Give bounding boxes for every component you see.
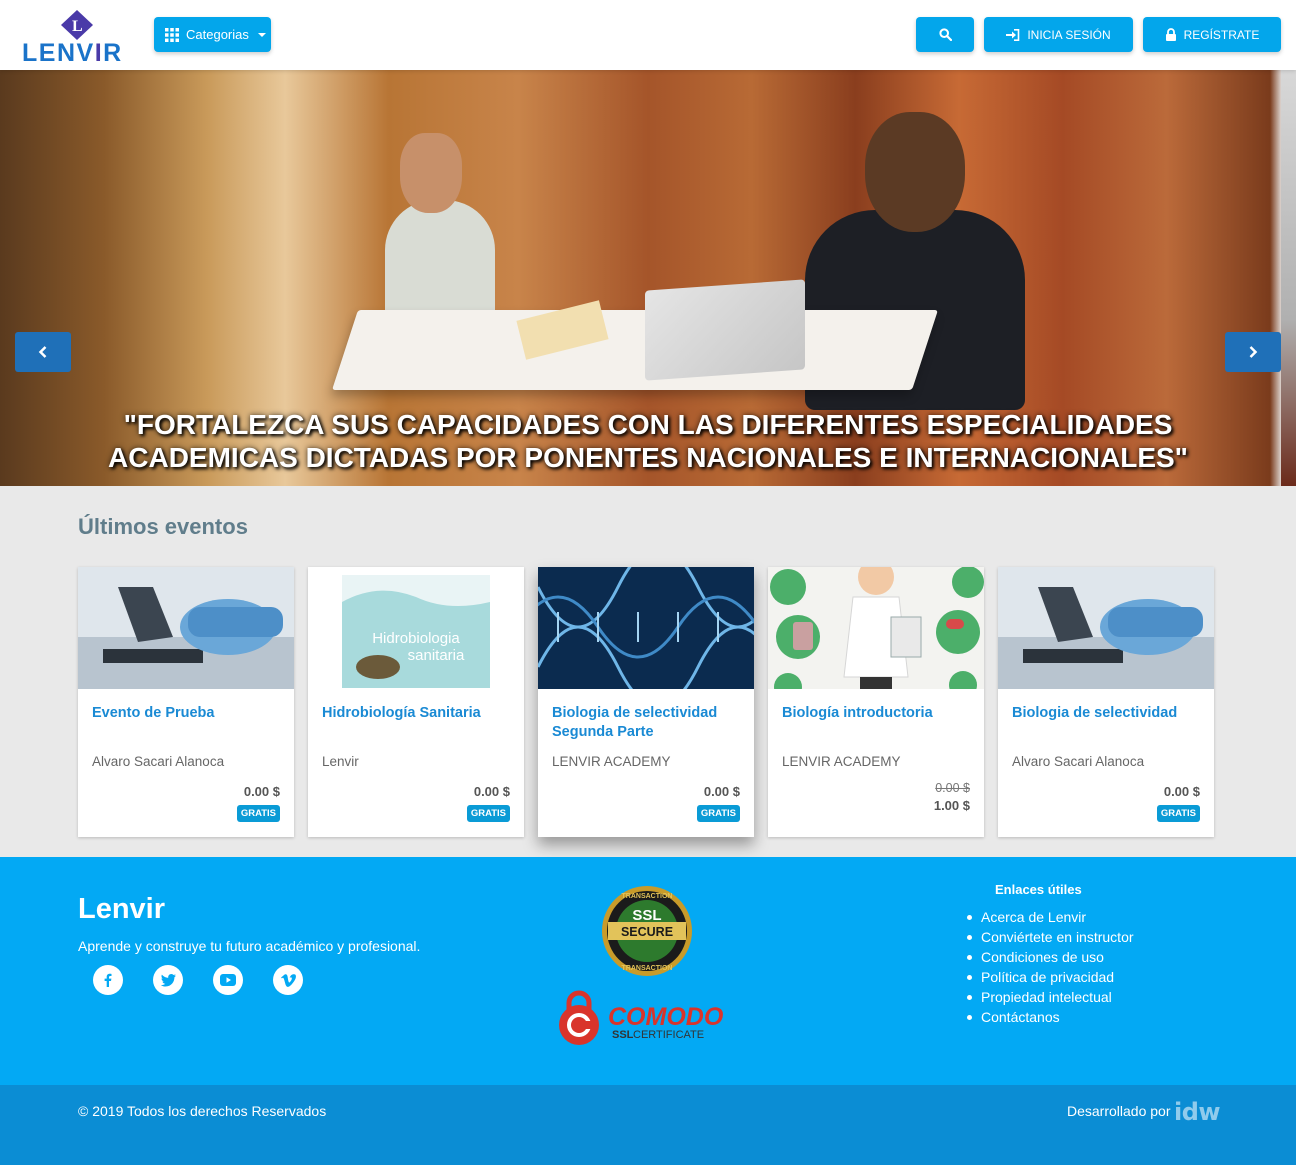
event-old-price: 0.00 $ [935, 781, 970, 795]
event-image-microscope[interactable] [998, 567, 1214, 689]
link-terms[interactable]: Condiciones de uso [967, 947, 1134, 967]
youtube-link[interactable] [213, 965, 243, 995]
svg-text:TRANSACTION: TRANSACTION [622, 893, 673, 900]
event-price: 1.00 $ [933, 798, 970, 813]
event-card[interactable]: Evento de Prueba Alvaro Sacari Alanoca 0… [78, 567, 294, 837]
footer-brand: Lenvir [78, 893, 166, 925]
link-contact[interactable]: Contáctanos [967, 1007, 1134, 1027]
svg-text:SECURE: SECURE [621, 925, 673, 939]
event-author: Alvaro Sacari Alanoca [92, 754, 225, 769]
twitter-icon [160, 973, 176, 986]
hero-carousel: "FORTALEZCA SUS CAPACIDADES CON LAS DIFE… [0, 70, 1296, 486]
event-title[interactable]: Biología introductoria [782, 704, 972, 723]
event-image-doctor[interactable] [768, 567, 984, 689]
event-title[interactable]: Evento de Prueba [92, 704, 282, 723]
sign-in-icon [1006, 28, 1020, 41]
event-author: LENVIR ACADEMY [782, 754, 901, 769]
facebook-icon [104, 973, 112, 987]
top-navbar: L LENVIR Categorias Inicia sesión [0, 0, 1296, 70]
register-label: Regístrate [1183, 27, 1260, 42]
svg-text:L: L [72, 18, 83, 35]
free-badge: GRATIS [236, 805, 280, 822]
event-image-microscope[interactable] [78, 567, 294, 689]
events-section-title: Últimos eventos [78, 514, 248, 539]
event-author: Lenvir [322, 754, 359, 769]
svg-text:SSL: SSL [612, 1029, 634, 1041]
event-image-hidrobiologia[interactable]: Hidrobiologia sanitaria [308, 567, 524, 689]
search-icon [938, 28, 952, 41]
chevron-down-icon [257, 32, 266, 37]
twitter-link[interactable] [153, 965, 183, 995]
event-author: Alvaro Sacari Alanoca [1012, 754, 1145, 769]
lock-icon [1165, 28, 1176, 41]
categories-dropdown-button[interactable]: Categorias [154, 17, 271, 52]
event-card[interactable]: Biología introductoria LENVIR ACADEMY 0.… [768, 567, 984, 837]
svg-text:sanitaria: sanitaria [408, 647, 465, 664]
event-card[interactable]: Biologia de selectividad Alvaro Sacari A… [998, 567, 1214, 837]
login-label: Inicia sesión [1027, 27, 1111, 42]
event-price: 0.00 $ [1163, 784, 1200, 799]
vimeo-icon [280, 973, 296, 987]
svg-text:Hidrobiologia: Hidrobiologia [372, 630, 460, 647]
svg-text:COMODO: COMODO [608, 1003, 724, 1031]
link-privacy[interactable]: Política de privacidad [967, 967, 1134, 987]
categories-label: Categorias [186, 27, 249, 42]
event-title[interactable]: Biologia de selectividad Segunda Parte [552, 704, 742, 742]
link-become-instructor[interactable]: Conviértete en instructor [967, 927, 1134, 947]
svg-text:TRANSACTION: TRANSACTION [622, 965, 673, 972]
link-about[interactable]: Acerca de Lenvir [967, 907, 1134, 927]
svg-text:SSL: SSL [632, 907, 661, 924]
event-image-dna[interactable] [538, 567, 754, 689]
logo-mark-icon: L [61, 10, 93, 40]
free-badge: GRATIS [696, 805, 740, 822]
event-card[interactable]: Hidrobiologia sanitaria Hidrobiología Sa… [308, 567, 524, 837]
developer-logo[interactable]: idw [1174, 1098, 1221, 1126]
lenvir-logo[interactable]: L LENVIR [20, 8, 134, 67]
comodo-ssl-logo: COMODO SSL CERTIFICATE [559, 990, 724, 1045]
footer-tagline: Aprende y construye tu futuro académico … [78, 938, 421, 954]
logo-text: LENVIR [22, 39, 123, 67]
event-card[interactable]: Biologia de selectividad Segunda Parte L… [538, 567, 754, 837]
chevron-right-icon [1249, 346, 1258, 358]
useful-links-title: Enlaces útiles [995, 882, 1082, 897]
event-title[interactable]: Biologia de selectividad [1012, 704, 1202, 723]
youtube-icon [220, 974, 236, 986]
chevron-left-icon [38, 346, 47, 358]
login-button[interactable]: Inicia sesión [984, 17, 1133, 52]
search-button[interactable] [916, 17, 974, 52]
ssl-secure-badge: TRANSACTION SSL SECURE TRANSACTION [602, 886, 692, 976]
event-price: 0.00 $ [703, 784, 740, 799]
event-price: 0.00 $ [473, 784, 510, 799]
useful-links-list: Acerca de Lenvir Conviértete en instruct… [967, 907, 1134, 1027]
copyright-text: © 2019 Todos los derechos Reservados [78, 1103, 327, 1119]
event-author: LENVIR ACADEMY [552, 754, 671, 769]
bottom-bar: © 2019 Todos los derechos Reservados Des… [0, 1085, 1296, 1165]
event-price: 0.00 $ [243, 784, 280, 799]
free-badge: GRATIS [466, 805, 510, 822]
hero-caption: "FORTALEZCA SUS CAPACIDADES CON LAS DIFE… [108, 409, 1188, 473]
link-intellectual-property[interactable]: Propiedad intelectual [967, 987, 1134, 1007]
free-badge: GRATIS [1156, 805, 1200, 822]
facebook-link[interactable] [93, 965, 123, 995]
event-title[interactable]: Hidrobiología Sanitaria [322, 704, 512, 723]
footer: Lenvir Aprende y construye tu futuro aca… [0, 857, 1296, 1085]
grid-icon [165, 27, 179, 42]
register-button[interactable]: Regístrate [1143, 17, 1281, 52]
vimeo-link[interactable] [273, 965, 303, 995]
carousel-prev-button[interactable] [15, 332, 71, 372]
events-list: Evento de Prueba Alvaro Sacari Alanoca 0… [78, 567, 1218, 837]
carousel-next-button[interactable] [1225, 332, 1281, 372]
developed-by-text: Desarrollado por [1067, 1103, 1171, 1119]
svg-text:CERTIFICATE: CERTIFICATE [633, 1029, 704, 1041]
